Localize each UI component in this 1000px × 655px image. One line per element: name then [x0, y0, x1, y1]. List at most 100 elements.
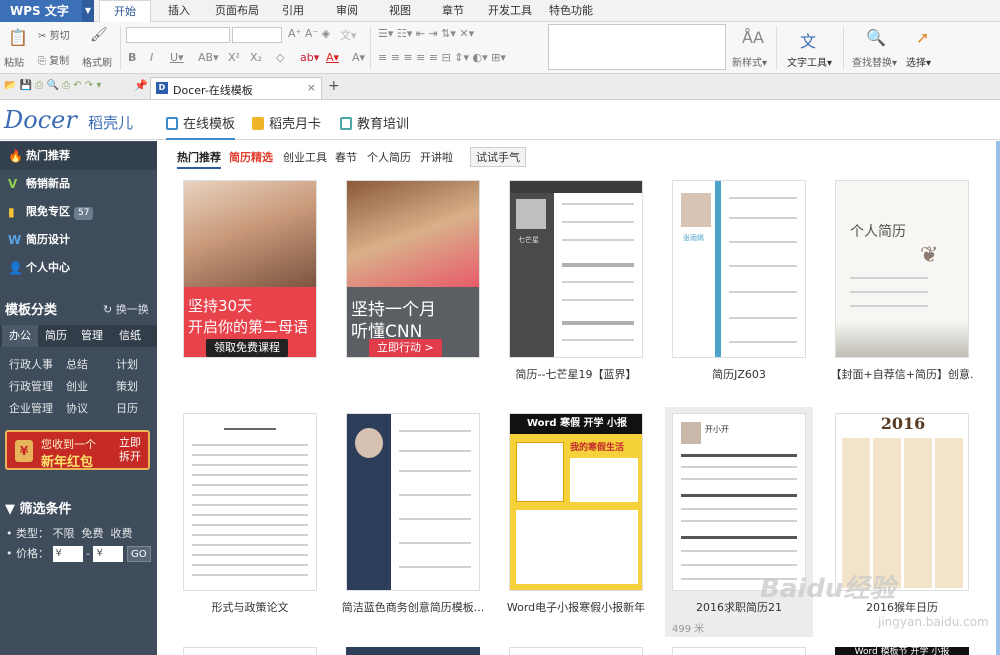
- add-tab-button[interactable]: +: [328, 78, 340, 94]
- text-tools-icon[interactable]: 文: [800, 28, 816, 52]
- cat-item[interactable]: 创业: [66, 378, 88, 394]
- char-border-icon[interactable]: A▾: [352, 51, 365, 64]
- new-style-button[interactable]: 新样式▾: [732, 54, 767, 69]
- red-packet-action[interactable]: 立即拆开: [119, 436, 141, 464]
- text-tools-button[interactable]: 文字工具▾: [787, 54, 832, 69]
- filter-type-any[interactable]: 不限: [53, 527, 75, 540]
- quick-access-icons[interactable]: 📂 💾 ⎙ 🔍 ⎙ ↶ ↷ ▾: [4, 80, 101, 91]
- cat-item[interactable]: 行政人事: [9, 356, 53, 372]
- cut-button[interactable]: ✂ 剪切: [38, 27, 70, 42]
- font-color-icon[interactable]: A▾: [326, 51, 339, 64]
- price-max-input[interactable]: ¥: [93, 546, 124, 562]
- cat-tab-management[interactable]: 管理: [74, 325, 110, 347]
- cat-item[interactable]: 协议: [66, 400, 88, 416]
- tab-monthly-card[interactable]: 稻壳月卡: [252, 113, 321, 132]
- tab-page-layout[interactable]: 页面布局: [215, 0, 259, 22]
- tab-insert[interactable]: 插入: [168, 0, 190, 22]
- newsletter-banner[interactable]: Word 模板节 开学 小报: [835, 647, 969, 655]
- tab-education[interactable]: 教育培训: [340, 113, 409, 132]
- paste-button[interactable]: 粘贴: [4, 54, 24, 69]
- pin-icon[interactable]: 📌: [134, 79, 148, 92]
- tab-features[interactable]: 特色功能: [549, 0, 593, 22]
- card-title[interactable]: 简洁蓝色商务创意简历模板...: [340, 599, 486, 615]
- style-gallery[interactable]: [548, 24, 726, 70]
- bullet-list-icon[interactable]: ☰▾ ☷▾ ⇤ ⇥ ⇅▾ ✕▾: [378, 27, 474, 40]
- close-icon[interactable]: ×: [307, 81, 316, 94]
- new-style-icon[interactable]: ÅA: [742, 28, 764, 47]
- template-thumbnail[interactable]: 开小开: [672, 413, 806, 591]
- highlight-icon[interactable]: ab▾: [300, 51, 319, 64]
- cat-tab-resume[interactable]: 简历: [38, 325, 74, 347]
- bold-icon[interactable]: B: [128, 51, 136, 64]
- cursor-icon[interactable]: ➚: [916, 28, 929, 47]
- subtab-lucky[interactable]: 试试手气: [470, 147, 526, 167]
- sidebar-item-hot[interactable]: 🔥 热门推荐: [0, 142, 157, 170]
- cat-item[interactable]: 策划: [116, 378, 138, 394]
- select-button[interactable]: 选择▾: [906, 54, 931, 69]
- red-packet-banner[interactable]: ¥ 您收到一个 新年红包 立即拆开: [5, 430, 150, 470]
- price-min-input[interactable]: ¥: [52, 546, 83, 562]
- ad-thumbnail[interactable]: 坚持一个月 听懂CNN 立即行动 >: [346, 180, 480, 358]
- superscript-icon[interactable]: X²: [228, 51, 240, 64]
- find-replace-button[interactable]: 查找替换▾: [852, 54, 897, 69]
- font-grow-icon[interactable]: A⁺ A⁻ ◈: [288, 27, 330, 40]
- template-thumbnail[interactable]: [346, 413, 480, 591]
- doc-tab[interactable]: D Docer-在线模板 ×: [150, 77, 322, 99]
- template-card[interactable]: [183, 647, 317, 655]
- filter-type-paid[interactable]: 收费: [111, 527, 133, 540]
- tab-view[interactable]: 视图: [389, 0, 411, 22]
- template-thumbnail[interactable]: 七芒星: [509, 180, 643, 358]
- align-icons[interactable]: ≡ ≡ ≡ ≡ ≡ ⊟ ⇕▾ ◐▾ ⊞▾: [378, 51, 506, 64]
- format-painter-button[interactable]: 格式刷: [82, 54, 112, 69]
- phonetic-icon[interactable]: 文▾: [340, 27, 357, 43]
- card-title[interactable]: 简历JZ603: [666, 366, 812, 382]
- template-thumbnail[interactable]: [183, 413, 317, 591]
- template-card[interactable]: [672, 647, 806, 655]
- chevron-down-icon[interactable]: ▼: [82, 0, 94, 22]
- subtab-resume-picks[interactable]: 简历精选: [229, 149, 273, 165]
- tab-developer[interactable]: 开发工具: [488, 0, 532, 22]
- docer-logo[interactable]: Docer: [4, 106, 77, 134]
- app-menu-button[interactable]: WPS 文字 ▼: [0, 0, 94, 22]
- clear-format-icon[interactable]: ◇: [276, 51, 284, 64]
- tab-start[interactable]: 开始: [99, 0, 151, 23]
- copy-button[interactable]: ⎘ 复制: [38, 52, 69, 67]
- subtab-lecture[interactable]: 开讲啦: [420, 149, 453, 165]
- template-thumbnail[interactable]: 张雨嫣: [672, 180, 806, 358]
- cat-item[interactable]: 企业管理: [9, 400, 53, 416]
- tab-online-templates[interactable]: 在线模板: [166, 113, 236, 140]
- underline-icon[interactable]: U▾: [170, 51, 184, 64]
- card-title[interactable]: 形式与政策论文: [177, 599, 323, 615]
- font-size-select[interactable]: [232, 27, 282, 43]
- sidebar-item-free[interactable]: ▮ 限免专区 57: [0, 198, 157, 226]
- strikethrough-icon[interactable]: AB▾: [198, 51, 219, 64]
- cat-tab-office[interactable]: 办公: [2, 325, 38, 347]
- sidebar-item-bestseller[interactable]: V 畅销新品: [0, 170, 157, 198]
- go-button[interactable]: GO: [126, 546, 151, 562]
- sidebar-item-resume[interactable]: W 简历设计: [0, 226, 157, 254]
- switch-button[interactable]: ↻ 换一换: [103, 301, 149, 317]
- ad-button[interactable]: 领取免费课程: [206, 339, 288, 357]
- template-card[interactable]: [509, 647, 643, 655]
- template-thumbnail[interactable]: 2016: [835, 413, 969, 591]
- tab-section[interactable]: 章节: [442, 0, 464, 22]
- scrollbar[interactable]: [996, 141, 1000, 655]
- cat-item[interactable]: 行政管理: [9, 378, 53, 394]
- tab-review[interactable]: 审阅: [336, 0, 358, 22]
- subtab-spring[interactable]: 春节: [335, 149, 357, 165]
- cat-item[interactable]: 日历: [116, 400, 138, 416]
- template-card[interactable]: [346, 647, 480, 655]
- cat-item[interactable]: 总结: [66, 356, 88, 372]
- card-title[interactable]: 简历--七芒星19【蓝界】: [503, 366, 649, 382]
- italic-icon[interactable]: I: [150, 51, 153, 64]
- subtab-hot[interactable]: 热门推荐: [177, 149, 221, 169]
- card-title[interactable]: 【封面+自荐信+简历】创意.: [829, 366, 975, 382]
- card-title[interactable]: Word电子小报寒假小报新年: [503, 599, 649, 615]
- ad-thumbnail[interactable]: 坚持30天 开启你的第二母语 领取免费课程: [183, 180, 317, 358]
- paste-icon[interactable]: 📋: [8, 28, 28, 47]
- font-name-select[interactable]: [126, 27, 230, 43]
- subscript-icon[interactable]: X₂: [250, 51, 262, 64]
- template-thumbnail[interactable]: Word 寒假 开学 小报 我的寒假生活: [509, 413, 643, 591]
- subtab-startup[interactable]: 创业工具: [283, 149, 327, 165]
- subtab-personal-resume[interactable]: 个人简历: [367, 149, 411, 165]
